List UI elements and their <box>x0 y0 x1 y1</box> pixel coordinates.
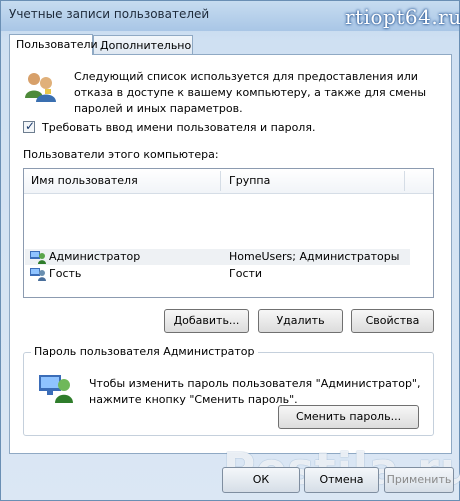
password-description: Чтобы изменить пароль пользователя "Адми… <box>89 376 420 408</box>
apply-button[interactable]: Применить <box>384 467 454 493</box>
properties-button[interactable]: Свойства <box>351 309 434 333</box>
user-name: Администратор <box>49 250 141 263</box>
monitor-user-icon <box>39 375 73 403</box>
user-name: Гость <box>49 267 82 280</box>
tab-advanced[interactable]: Дополнительно <box>93 35 193 54</box>
users-list[interactable]: Имя пользователя Группа Администратор Ho… <box>23 168 434 298</box>
intro-text: Следующий список используется для предос… <box>74 70 427 115</box>
column-separator[interactable] <box>404 171 405 191</box>
require-login-checkbox[interactable]: ✓ <box>23 119 36 133</box>
window-title: Учетные записи пользователей <box>9 7 210 21</box>
user-accounts-window: Учетные записи пользователей rtiopt64.ru… <box>0 0 460 501</box>
table-row[interactable]: Гость Гости <box>25 266 410 282</box>
user-group: Гости <box>229 267 263 280</box>
column-separator[interactable] <box>220 171 221 191</box>
tab-users[interactable]: Пользователи <box>9 34 98 55</box>
users-icon <box>25 73 56 102</box>
ok-button[interactable]: ОК <box>222 467 300 493</box>
users-list-title: Пользователи этого компьютера: <box>23 148 219 161</box>
change-password-button[interactable]: Сменить пароль... <box>278 405 419 429</box>
cancel-button[interactable]: Отмена <box>304 467 379 493</box>
password-text-line: Чтобы изменить пароль пользователя "Адми… <box>89 377 421 390</box>
user-group: HomeUsers; Администраторы <box>229 250 400 263</box>
remove-user-button[interactable]: Удалить <box>258 309 343 333</box>
column-header-group[interactable]: Группа <box>229 174 270 187</box>
add-user-button[interactable]: Добавить... <box>164 309 249 333</box>
column-header-username[interactable]: Имя пользователя <box>31 174 138 187</box>
table-row[interactable]: Администратор HomeUsers; Администраторы <box>25 249 410 265</box>
watermark-top: rtiopt64.ru <box>345 5 460 29</box>
require-login-label[interactable]: Требовать ввод имени пользователя и паро… <box>42 121 315 134</box>
check-icon: ✓ <box>25 119 36 133</box>
title-bar[interactable]: Учетные записи пользователей rtiopt64.ru <box>1 1 460 31</box>
user-icon <box>30 251 46 264</box>
password-group-title: Пароль пользователя Администратор <box>31 345 258 358</box>
list-header: Имя пользователя Группа <box>24 169 433 194</box>
user-icon <box>30 268 46 281</box>
